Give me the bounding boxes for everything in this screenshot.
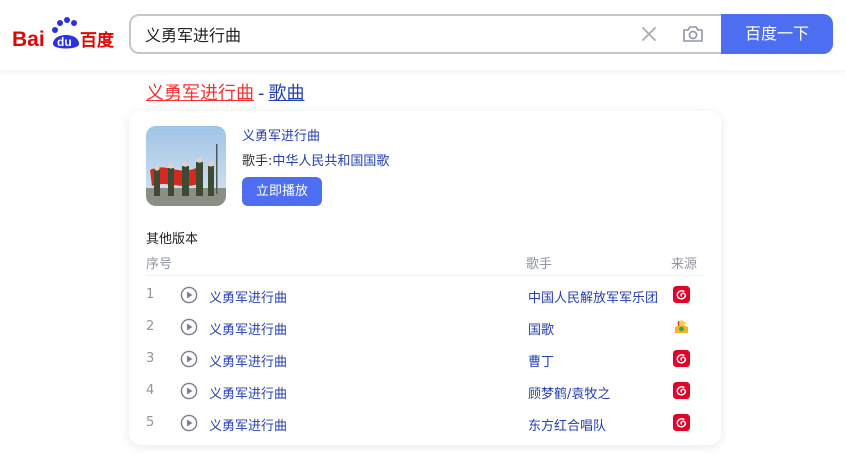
row-song-name[interactable]: 义勇军进行曲 (209, 319, 287, 338)
netease-music-icon[interactable] (673, 414, 690, 431)
play-icon[interactable] (180, 382, 198, 400)
row-singer[interactable]: 中国人民解放军军乐团 (528, 287, 658, 306)
row-song-name[interactable]: 义勇军进行曲 (209, 287, 287, 306)
row-index: 3 (146, 351, 155, 366)
netease-music-icon[interactable] (673, 286, 690, 303)
logo-text-baidu-cn: 百度 (80, 30, 115, 51)
row-singer[interactable]: 东方红合唱队 (528, 415, 606, 434)
play-icon[interactable] (180, 318, 198, 336)
baidu-logo[interactable]: Bai du 百度 (12, 16, 116, 52)
play-icon[interactable] (180, 414, 198, 432)
singer-label: 歌手: (242, 154, 273, 169)
netease-music-icon[interactable] (673, 382, 690, 399)
camera-icon[interactable] (682, 24, 704, 44)
column-header-singer: 歌手 (526, 257, 553, 272)
row-singer[interactable]: 顾梦鹤/袁牧之 (528, 383, 610, 402)
search-input[interactable] (145, 16, 615, 52)
netease-music-icon[interactable] (673, 350, 690, 367)
column-header-source: 来源 (671, 257, 698, 272)
header: Bai du 百度 百度一下 (0, 0, 846, 70)
row-singer[interactable]: 国歌 (528, 319, 554, 338)
result-title-separator: - (258, 83, 265, 104)
logo-text-du: du (57, 35, 72, 49)
table-row[interactable]: 5 义勇军进行曲 东方红合唱队 (129, 407, 721, 439)
row-index: 2 (146, 319, 155, 334)
row-index: 4 (146, 383, 155, 398)
album-cover-image[interactable] (146, 126, 226, 206)
song-name[interactable]: 义勇军进行曲 (242, 125, 320, 144)
result-title-keyword[interactable]: 义勇军进行曲 (146, 83, 254, 104)
music-app-icon[interactable] (673, 318, 690, 335)
singer-line: 歌手:中华人民共和国国歌 (242, 150, 389, 169)
table-divider (146, 275, 704, 276)
search-button[interactable]: 百度一下 (721, 14, 833, 54)
row-index: 5 (146, 415, 155, 430)
table-row[interactable]: 1 义勇军进行曲 中国人民解放军军乐团 (129, 279, 721, 311)
logo-text-bai: Bai (12, 28, 45, 51)
result-title[interactable]: 义勇军进行曲 - 歌曲 (146, 79, 305, 105)
play-icon[interactable] (180, 286, 198, 304)
column-header-index: 序号 (146, 257, 173, 272)
table-row[interactable]: 2 义勇军进行曲 国歌 (129, 311, 721, 343)
row-song-name[interactable]: 义勇军进行曲 (209, 383, 287, 402)
clear-icon[interactable] (640, 25, 658, 43)
row-index: 1 (146, 287, 155, 302)
other-versions-label: 其他版本 (146, 232, 199, 247)
play-now-button[interactable]: 立即播放 (242, 177, 322, 206)
play-icon[interactable] (180, 350, 198, 368)
singer-value[interactable]: 中华人民共和国国歌 (272, 154, 389, 169)
row-song-name[interactable]: 义勇军进行曲 (209, 351, 287, 370)
music-card: 义勇军进行曲 歌手:中华人民共和国国歌 立即播放 其他版本 序号 歌手 来源 1… (129, 111, 721, 445)
table-row[interactable]: 4 义勇军进行曲 顾梦鹤/袁牧之 (129, 375, 721, 407)
table-row[interactable]: 3 义勇军进行曲 曹丁 (129, 343, 721, 375)
row-singer[interactable]: 曹丁 (528, 351, 554, 370)
result-title-category[interactable]: 歌曲 (269, 83, 305, 104)
search-box[interactable] (129, 14, 721, 54)
row-song-name[interactable]: 义勇军进行曲 (209, 415, 287, 434)
